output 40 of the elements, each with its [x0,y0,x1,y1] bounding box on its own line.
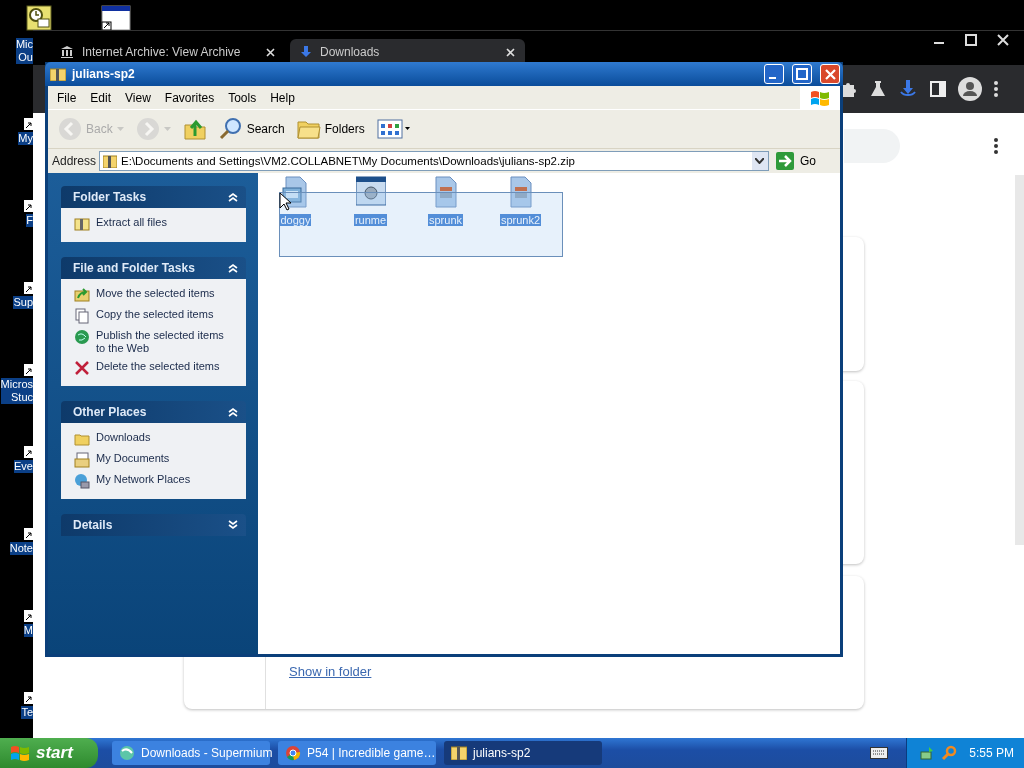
desktop-icon-label[interactable]: F [26,214,33,227]
task-link[interactable]: Move the selected items [96,287,236,300]
folders-button[interactable]: Folders [294,118,367,140]
task-panel-header[interactable]: File and Folder Tasks [61,257,246,279]
go-button[interactable]: Go [772,152,836,170]
desktop-icon-label[interactable]: Note [9,542,33,555]
task-link[interactable]: My Network Places [96,473,236,486]
task-link[interactable]: Delete the selected items [96,360,236,373]
clock: 5:55 PM [969,746,1014,760]
desktop-icon-label[interactable]: My [18,132,33,145]
taskbar-button[interactable]: julians-sp2 [444,741,602,765]
browser-tab[interactable]: Downloads [290,39,525,65]
address-field[interactable]: E:\Documents and Settings\VM2.COLLABNET\My Documents\Downloads\julians-sp2.zip [99,151,769,171]
start-button[interactable]: start [0,738,98,768]
desktop-icon-label[interactable]: Sup [13,296,33,309]
desktop-icon-label[interactable]: Eve [14,460,33,473]
taskbar-button[interactable]: Downloads - Supermium [112,741,270,765]
browser-tab[interactable]: Internet Archive: View Archive [50,39,285,65]
menu-item[interactable]: Help [264,90,303,105]
show-in-folder-link[interactable]: Show in folder [289,664,372,680]
desktop-icon-label[interactable]: Mic Ou [15,38,33,64]
menu-item[interactable]: Favorites [158,90,223,105]
menu-item[interactable]: File [51,90,85,105]
task-panel-header[interactable]: Other Places [61,401,246,423]
task-link[interactable]: My Documents [96,452,236,465]
desktop-icon-label[interactable]: Micros Stuc [0,378,33,404]
menu-item[interactable]: Edit [84,90,120,105]
task-panel-header[interactable]: Folder Tasks [61,186,246,208]
desktop-icon-label[interactable]: Te [21,706,33,719]
task-link[interactable]: Copy the selected items [96,308,236,321]
window-title: julians-sp2 [72,67,135,81]
menu-item[interactable]: Tools [222,90,265,105]
task-link[interactable]: Downloads [96,431,236,444]
task-panel-header[interactable]: Details [61,514,246,536]
address-label: Address [52,154,97,168]
search-button[interactable]: Search [216,117,287,141]
menu-item[interactable]: View [119,90,159,105]
task-link[interactable]: Publish the selected items to the Web [96,329,236,355]
taskbar-button[interactable]: P54 | Incredible game… [278,741,436,765]
desktop-icon-label[interactable]: M [23,624,33,637]
